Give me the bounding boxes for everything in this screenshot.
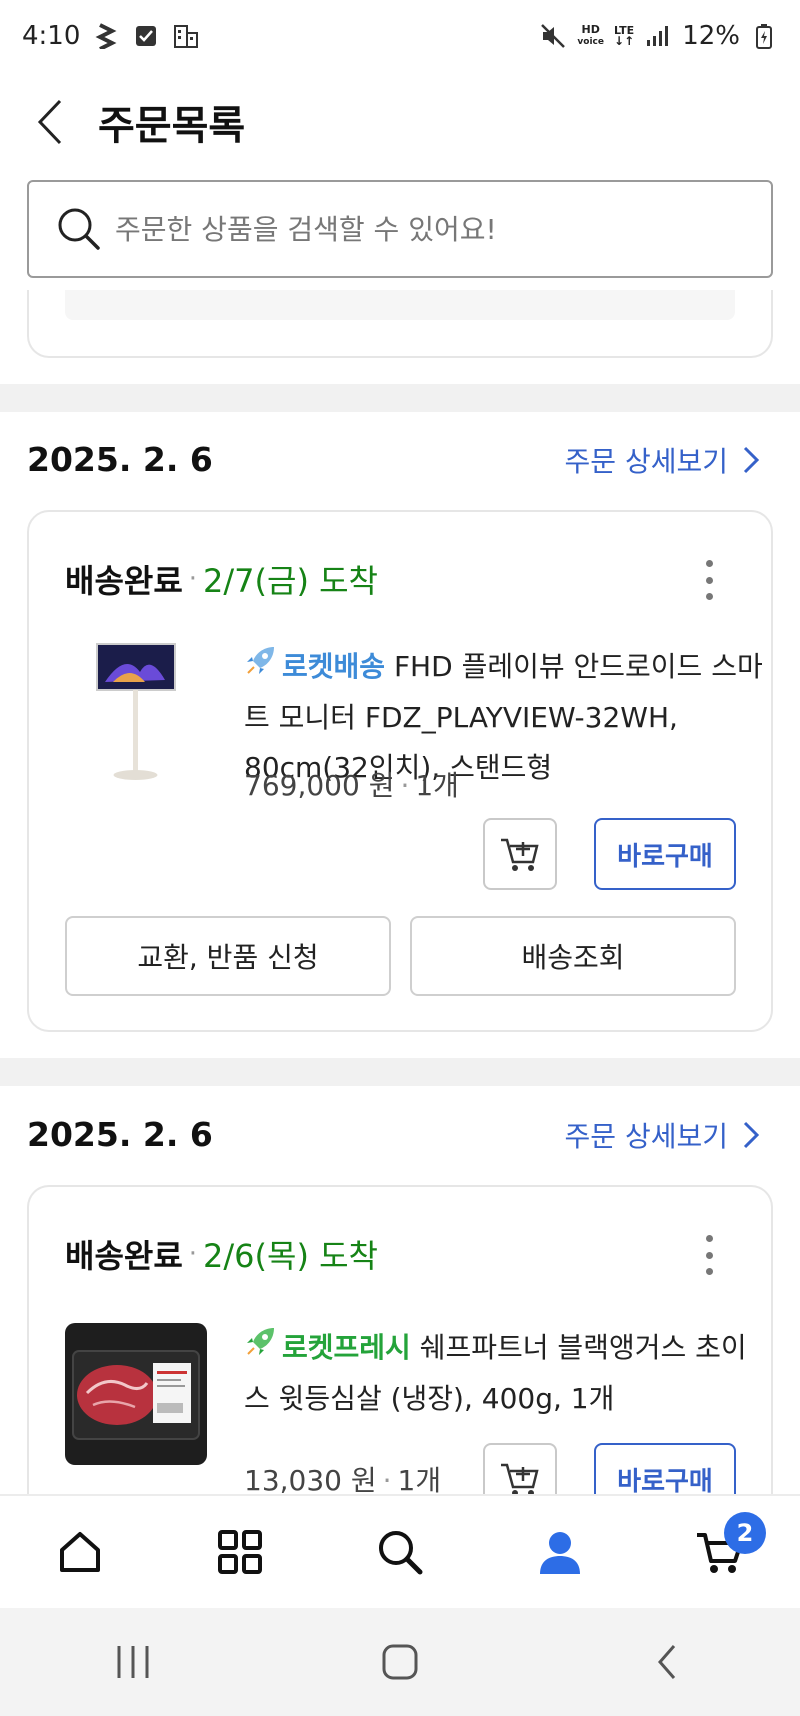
back-arrow-icon <box>657 1645 675 1679</box>
nav-cart[interactable]: 2 <box>670 1502 770 1602</box>
exchange-return-button[interactable]: 교환, 반품 신청 <box>65 916 391 996</box>
previous-order-card <box>27 290 773 358</box>
mute-icon <box>539 22 567 50</box>
home-square-icon <box>382 1644 418 1680</box>
product-info[interactable]: 로켓프레시 쉐프파트너 블랙앵거스 초이스 윗등심살 (냉장), 400g, 1… <box>244 1323 764 1424</box>
battery-charging-icon <box>750 22 778 50</box>
price-quantity: 769,000 원 · 1개 <box>244 769 459 802</box>
nav-category[interactable] <box>190 1502 290 1602</box>
section-divider <box>0 384 800 412</box>
rocket-fresh-icon <box>244 1324 278 1374</box>
arrival-date: 2/7(금) 도착 <box>203 562 378 600</box>
chevron-right-icon <box>743 446 760 474</box>
nav-my-page[interactable] <box>510 1502 610 1602</box>
app-header: 주문목록 <box>0 72 800 172</box>
order-card: 배송완료 · 2/6(목) 도착 로켓프레시 쉐프파트너 블랙앵거스 초이스 윗… <box>27 1185 773 1515</box>
recent-apps-button[interactable] <box>93 1622 173 1702</box>
order-detail-link[interactable]: 주문 상세보기 <box>565 440 760 480</box>
quantity: 1개 <box>397 1464 442 1497</box>
arrival-date: 2/6(목) 도착 <box>203 1237 378 1275</box>
order-date: 2025. 2. 6 <box>27 1115 213 1154</box>
page-title: 주문목록 <box>98 103 246 149</box>
search-icon <box>379 1531 423 1575</box>
order-date: 2025. 2. 6 <box>27 440 213 479</box>
chevron-left-icon <box>37 99 62 145</box>
more-dot <box>705 1235 713 1242</box>
price: 13,030 원 <box>244 1464 377 1497</box>
search-icon <box>58 208 100 250</box>
system-navigation-bar <box>0 1608 800 1716</box>
nav-search[interactable] <box>350 1502 450 1602</box>
order-card: 배송완료 · 2/7(금) 도착 로켓배송 FHD 플레이뷰 안드로이드 스마트… <box>27 510 773 1032</box>
signal-icon <box>644 22 672 50</box>
delivery-status: 배송완료 · 2/7(금) 도착 <box>65 556 378 602</box>
building-notification-icon <box>172 22 200 50</box>
product-image[interactable] <box>65 1323 207 1465</box>
price: 769,000 원 <box>244 769 395 802</box>
rocket-delivery-badge: 로켓배송 <box>282 650 386 683</box>
chevron-right-icon <box>743 1121 760 1149</box>
rocket-icon <box>244 643 278 693</box>
order-detail-link[interactable]: 주문 상세보기 <box>565 1115 760 1155</box>
more-dot <box>705 1268 713 1275</box>
status-separator: · <box>188 564 198 594</box>
lte-indicator: LTE ↓↑ <box>613 24 635 48</box>
status-time: 4:10 <box>22 21 81 51</box>
status-label: 배송완료 <box>65 1237 183 1275</box>
more-options-button[interactable] <box>699 560 719 600</box>
battery-percent: 12% <box>682 21 740 51</box>
order-detail-label: 주문 상세보기 <box>564 1120 728 1153</box>
back-button[interactable] <box>0 72 100 172</box>
hd-voice-indicator: HD voice <box>577 24 604 48</box>
home-system-button[interactable] <box>360 1622 440 1702</box>
voice-label: voice <box>577 37 604 47</box>
my-page-icon <box>540 1532 580 1574</box>
previous-card-footer <box>65 290 735 320</box>
check-notification-icon <box>132 22 160 50</box>
home-icon <box>60 1532 100 1572</box>
status-bar: 4:10 HD voice LTE ↓↑ 12% <box>0 0 800 72</box>
add-to-cart-button[interactable] <box>483 818 557 890</box>
cart-plus-icon <box>501 1463 539 1496</box>
monitor-stand-image <box>96 643 176 780</box>
section-divider <box>0 1058 800 1086</box>
delivery-status: 배송완료 · 2/6(목) 도착 <box>65 1231 378 1277</box>
cart-count-badge: 2 <box>724 1512 766 1554</box>
status-label: 배송완료 <box>65 562 183 600</box>
buy-now-button[interactable]: 바로구매 <box>594 818 736 890</box>
product-image[interactable] <box>65 642 207 784</box>
status-separator: · <box>188 1239 198 1269</box>
bottom-navigation: 2 <box>0 1494 800 1608</box>
rocket-fresh-badge: 로켓프레시 <box>282 1331 411 1364</box>
order-detail-label: 주문 상세보기 <box>564 445 728 478</box>
hd-label: HD <box>581 23 600 36</box>
cart-plus-icon <box>501 838 539 871</box>
order-search-box[interactable] <box>27 180 773 278</box>
back-system-button[interactable] <box>627 1622 707 1702</box>
more-dot <box>705 1251 713 1259</box>
price-quantity: 13,030 원 · 1개 <box>244 1464 442 1497</box>
recent-apps-icon <box>117 1646 149 1678</box>
nav-home[interactable] <box>30 1502 130 1602</box>
track-delivery-button[interactable]: 배송조회 <box>410 916 736 996</box>
more-dot <box>705 593 713 600</box>
beef-package-image <box>72 1350 200 1440</box>
app-notification-icon <box>92 22 120 50</box>
more-dot <box>705 576 713 584</box>
search-input[interactable] <box>115 212 715 246</box>
more-dot <box>705 560 713 567</box>
quantity: 1개 <box>415 769 459 802</box>
more-options-button[interactable] <box>699 1235 719 1275</box>
category-grid-icon <box>218 1530 262 1574</box>
